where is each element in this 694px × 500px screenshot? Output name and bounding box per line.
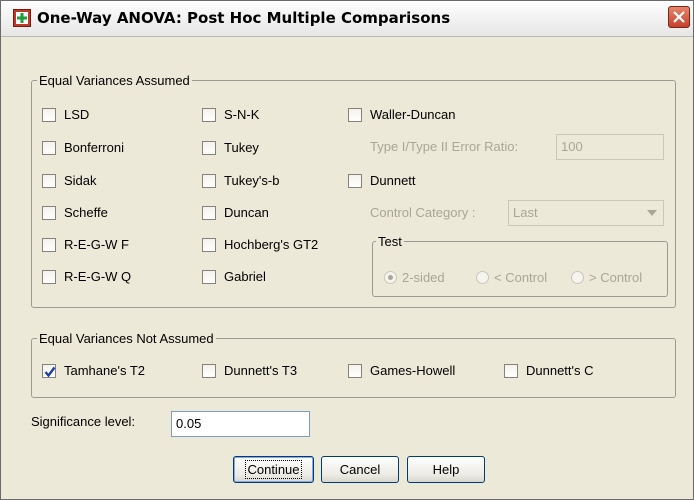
tukeyb-checkbox[interactable]: Tukey's-b bbox=[202, 173, 279, 188]
dialog-title: One-Way ANOVA: Post Hoc Multiple Compari… bbox=[37, 9, 451, 27]
checkbox-box[interactable] bbox=[42, 173, 56, 188]
checkbox-label: Dunnett's C bbox=[526, 363, 594, 378]
error-ratio-label: Type I/Type II Error Ratio: bbox=[370, 139, 519, 154]
greater-control-radio[interactable]: > Control bbox=[571, 270, 642, 285]
chevron-down-icon bbox=[647, 210, 657, 216]
control-category-label: Control Category : bbox=[370, 205, 476, 220]
checkbox-label: Games-Howell bbox=[370, 363, 456, 378]
duncan-checkbox[interactable]: Duncan bbox=[202, 205, 269, 220]
significance-label: Significance level: bbox=[31, 414, 136, 429]
waller-duncan-checkbox[interactable]: Waller-Duncan bbox=[348, 107, 456, 122]
checkbox-box[interactable] bbox=[202, 140, 216, 155]
checkbox-box[interactable] bbox=[504, 363, 518, 378]
checkbox-box[interactable] bbox=[348, 107, 362, 122]
checkbox-box[interactable] bbox=[348, 363, 362, 378]
dunnett-t3-checkbox[interactable]: Dunnett's T3 bbox=[202, 363, 297, 378]
group-legend: Test bbox=[376, 234, 404, 249]
checkbox-box[interactable] bbox=[42, 107, 56, 122]
checkbox-box[interactable] bbox=[348, 173, 362, 188]
tamhane-t2-checkbox[interactable]: Tamhane's T2 bbox=[42, 363, 145, 378]
checkbox-label: LSD bbox=[64, 107, 90, 122]
dialog-window: One-Way ANOVA: Post Hoc Multiple Compari… bbox=[0, 0, 694, 500]
cancel-button[interactable]: Cancel bbox=[321, 456, 399, 483]
snk-checkbox[interactable]: S-N-K bbox=[202, 107, 259, 122]
checkbox-label: Gabriel bbox=[224, 269, 266, 284]
equal-variances-assumed-group: Equal Variances Assumed LSD Bonferroni S… bbox=[31, 73, 676, 308]
sidak-checkbox[interactable]: Sidak bbox=[42, 173, 97, 188]
checkbox-label: Tamhane's T2 bbox=[64, 363, 146, 378]
scheffe-checkbox[interactable]: Scheffe bbox=[42, 205, 108, 220]
dunnett-checkbox[interactable]: Dunnett bbox=[348, 173, 416, 188]
checkbox-label: R-E-G-W Q bbox=[64, 269, 132, 284]
radio-label: < Control bbox=[494, 270, 548, 285]
checkbox-label: Sidak bbox=[64, 173, 97, 188]
checkbox-label: R-E-G-W F bbox=[64, 237, 129, 252]
gabriel-checkbox[interactable]: Gabriel bbox=[202, 269, 266, 284]
checkbox-label: Dunnett's T3 bbox=[224, 363, 298, 378]
error-ratio-field[interactable]: 100 bbox=[556, 134, 664, 160]
dunnett-c-checkbox[interactable]: Dunnett's C bbox=[504, 363, 594, 378]
checkbox-box[interactable] bbox=[42, 205, 56, 220]
radio-label: 2-sided bbox=[402, 270, 445, 285]
close-icon bbox=[673, 11, 685, 23]
title-bar[interactable]: One-Way ANOVA: Post Hoc Multiple Compari… bbox=[1, 1, 693, 37]
group-legend: Equal Variances Assumed bbox=[37, 73, 192, 88]
two-sided-radio[interactable]: 2-sided bbox=[384, 270, 445, 285]
checkbox-box[interactable] bbox=[42, 363, 56, 378]
significance-field[interactable]: 0.05 bbox=[171, 411, 310, 437]
radio-dot[interactable] bbox=[384, 271, 397, 284]
help-button[interactable]: Help bbox=[407, 456, 485, 483]
checkbox-box[interactable] bbox=[42, 140, 56, 155]
test-group: Test 2-sided < Control > Control bbox=[372, 234, 668, 297]
checkbox-box[interactable] bbox=[202, 269, 216, 284]
control-category-select[interactable]: Last bbox=[508, 200, 664, 226]
checkbox-box[interactable] bbox=[202, 363, 216, 378]
checkbox-label: Hochberg's GT2 bbox=[224, 237, 319, 252]
checkbox-label: Tukey bbox=[224, 140, 259, 155]
spss-dialog-icon bbox=[13, 9, 31, 27]
checkbox-label: Bonferroni bbox=[64, 140, 124, 155]
checkbox-box[interactable] bbox=[202, 107, 216, 122]
checkbox-box[interactable] bbox=[202, 173, 216, 188]
checkbox-label: S-N-K bbox=[224, 107, 260, 122]
checkbox-box[interactable] bbox=[202, 237, 216, 252]
bonferroni-checkbox[interactable]: Bonferroni bbox=[42, 140, 124, 155]
checkbox-box[interactable] bbox=[42, 269, 56, 284]
regwq-checkbox[interactable]: R-E-G-W Q bbox=[42, 269, 131, 284]
checkbox-box[interactable] bbox=[202, 205, 216, 220]
checkbox-box[interactable] bbox=[42, 237, 56, 252]
regwf-checkbox[interactable]: R-E-G-W F bbox=[42, 237, 129, 252]
radio-label: > Control bbox=[589, 270, 643, 285]
checkbox-label: Scheffe bbox=[64, 205, 108, 220]
radio-dot[interactable] bbox=[571, 271, 584, 284]
checkbox-label: Dunnett bbox=[370, 173, 416, 188]
control-category-value: Last bbox=[513, 205, 538, 220]
lsd-checkbox[interactable]: LSD bbox=[42, 107, 89, 122]
checkbox-label: Duncan bbox=[224, 205, 269, 220]
continue-button[interactable]: Continue bbox=[233, 456, 314, 483]
checkbox-label: Waller-Duncan bbox=[370, 107, 456, 122]
continue-label: Continue bbox=[245, 460, 302, 479]
less-control-radio[interactable]: < Control bbox=[476, 270, 547, 285]
checkmark-icon bbox=[44, 366, 56, 377]
tukey-checkbox[interactable]: Tukey bbox=[202, 140, 259, 155]
hochberg-checkbox[interactable]: Hochberg's GT2 bbox=[202, 237, 318, 252]
close-button[interactable] bbox=[668, 6, 690, 28]
group-legend: Equal Variances Not Assumed bbox=[37, 331, 216, 346]
games-howell-checkbox[interactable]: Games-Howell bbox=[348, 363, 455, 378]
radio-dot[interactable] bbox=[476, 271, 489, 284]
checkbox-label: Tukey's-b bbox=[224, 173, 280, 188]
equal-variances-not-assumed-group: Equal Variances Not Assumed Tamhane's T2… bbox=[31, 331, 676, 398]
